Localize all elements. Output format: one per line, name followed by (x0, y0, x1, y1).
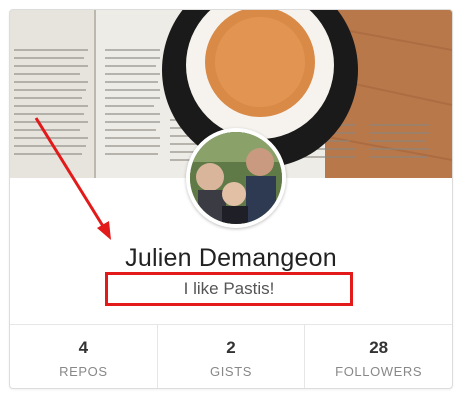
stat-value: 2 (226, 338, 236, 357)
stat-label: FOLLOWERS (335, 364, 423, 379)
stat-value: 4 (78, 338, 89, 357)
profile-card: Julien Demangeon I like Pastis! 4 REPOS … (9, 9, 453, 389)
stat-gists[interactable]: 2 GISTS (158, 325, 306, 388)
stat-label: REPOS (59, 364, 108, 379)
stat-value: 28 (369, 338, 389, 357)
stat-followers[interactable]: 28 FOLLOWERS (305, 325, 452, 388)
bio-highlight-box: I like Pastis! (105, 272, 353, 306)
profile-name: Julien Demangeon (125, 244, 337, 272)
avatar (186, 128, 286, 228)
stat-repos[interactable]: 4 REPOS (10, 325, 158, 388)
profile-bio: I like Pastis! (183, 279, 275, 298)
stat-label: GISTS (210, 364, 253, 379)
stats-bar: 4 REPOS 2 GISTS 28 FOLLOWERS (10, 324, 452, 388)
